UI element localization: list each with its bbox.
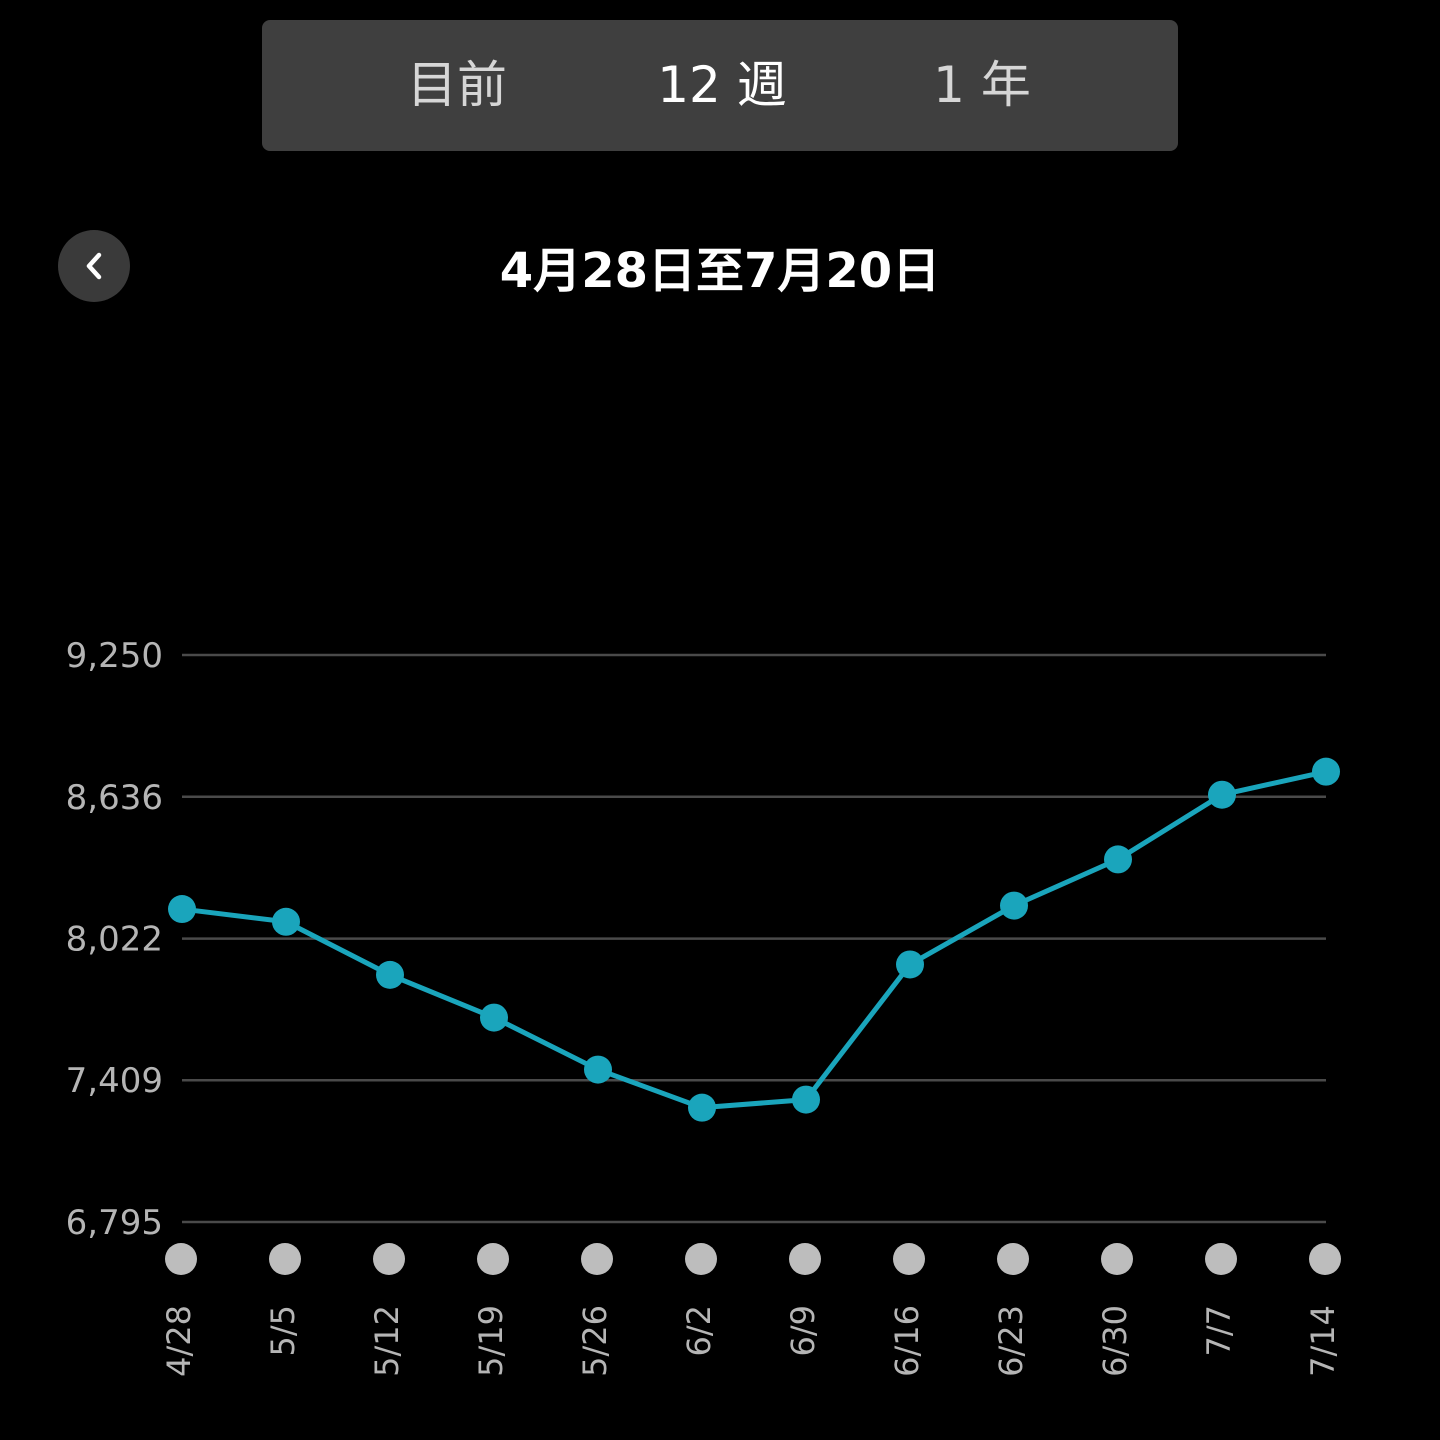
x-tick-label: 6/16 xyxy=(888,1305,926,1377)
data-point xyxy=(1312,757,1340,786)
data-point xyxy=(688,1093,716,1122)
y-tick-label: 8,636 xyxy=(66,778,163,818)
x-tick-label: 6/2 xyxy=(680,1305,718,1357)
x-axis-marker xyxy=(1309,1243,1341,1275)
y-tick-label: 6,795 xyxy=(66,1203,163,1243)
x-axis-marker xyxy=(997,1243,1029,1275)
x-tick-label: 5/19 xyxy=(472,1305,510,1377)
data-point xyxy=(168,895,196,924)
x-tick-label: 5/12 xyxy=(368,1305,406,1377)
data-point xyxy=(480,1003,508,1032)
x-axis-marker xyxy=(1101,1243,1133,1275)
x-tick-label: 5/26 xyxy=(576,1305,614,1377)
x-tick-label: 4/28 xyxy=(160,1305,198,1377)
x-axis-marker xyxy=(581,1243,613,1275)
data-point xyxy=(1000,891,1028,920)
data-point xyxy=(1208,780,1236,809)
x-axis-marker xyxy=(269,1243,301,1275)
y-tick-label: 8,022 xyxy=(66,920,163,960)
x-tick-label: 6/9 xyxy=(784,1305,822,1357)
x-axis-marker xyxy=(685,1243,717,1275)
x-axis-marker xyxy=(893,1243,925,1275)
x-axis-marker xyxy=(789,1243,821,1275)
x-tick-label: 7/14 xyxy=(1304,1305,1342,1377)
line-chart: 9,250 8,636 8,022 7,409 6,795 4/28 5/5 5/12 5/19… xyxy=(66,636,1342,1377)
x-tick-label: 6/23 xyxy=(992,1305,1030,1377)
data-point xyxy=(272,907,300,936)
data-point xyxy=(584,1055,612,1084)
x-axis-marker xyxy=(373,1243,405,1275)
data-point xyxy=(792,1085,820,1114)
x-axis-marker xyxy=(165,1243,197,1275)
data-point xyxy=(376,960,404,989)
y-tick-label: 9,250 xyxy=(66,636,163,676)
x-axis-marker xyxy=(1205,1243,1237,1275)
x-axis-marker xyxy=(477,1243,509,1275)
y-tick-label: 7,409 xyxy=(66,1061,163,1101)
data-point xyxy=(1104,845,1132,874)
data-point xyxy=(896,950,924,979)
x-tick-label: 6/30 xyxy=(1096,1305,1134,1377)
x-tick-label: 7/7 xyxy=(1200,1305,1238,1357)
x-tick-label: 5/5 xyxy=(264,1305,302,1357)
